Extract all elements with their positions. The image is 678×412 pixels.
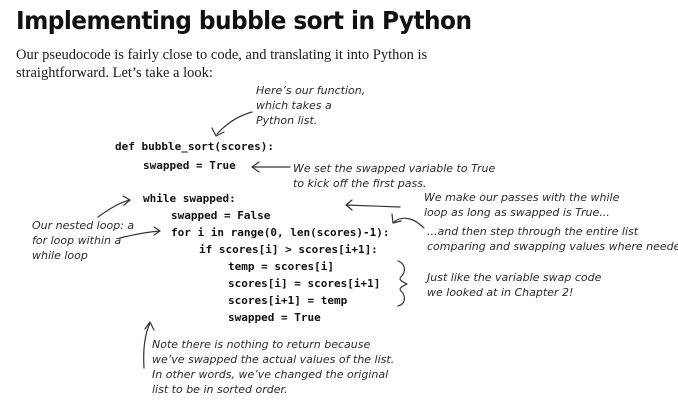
nested-arrow-while xyxy=(97,199,131,218)
annotation-arrows xyxy=(97,111,425,369)
for-arrow xyxy=(393,217,425,229)
function-arrow xyxy=(216,111,253,135)
while-arrow xyxy=(345,204,401,208)
return-bracket xyxy=(143,322,151,369)
swap-brace xyxy=(397,260,408,307)
return-bracket-head xyxy=(144,321,155,331)
